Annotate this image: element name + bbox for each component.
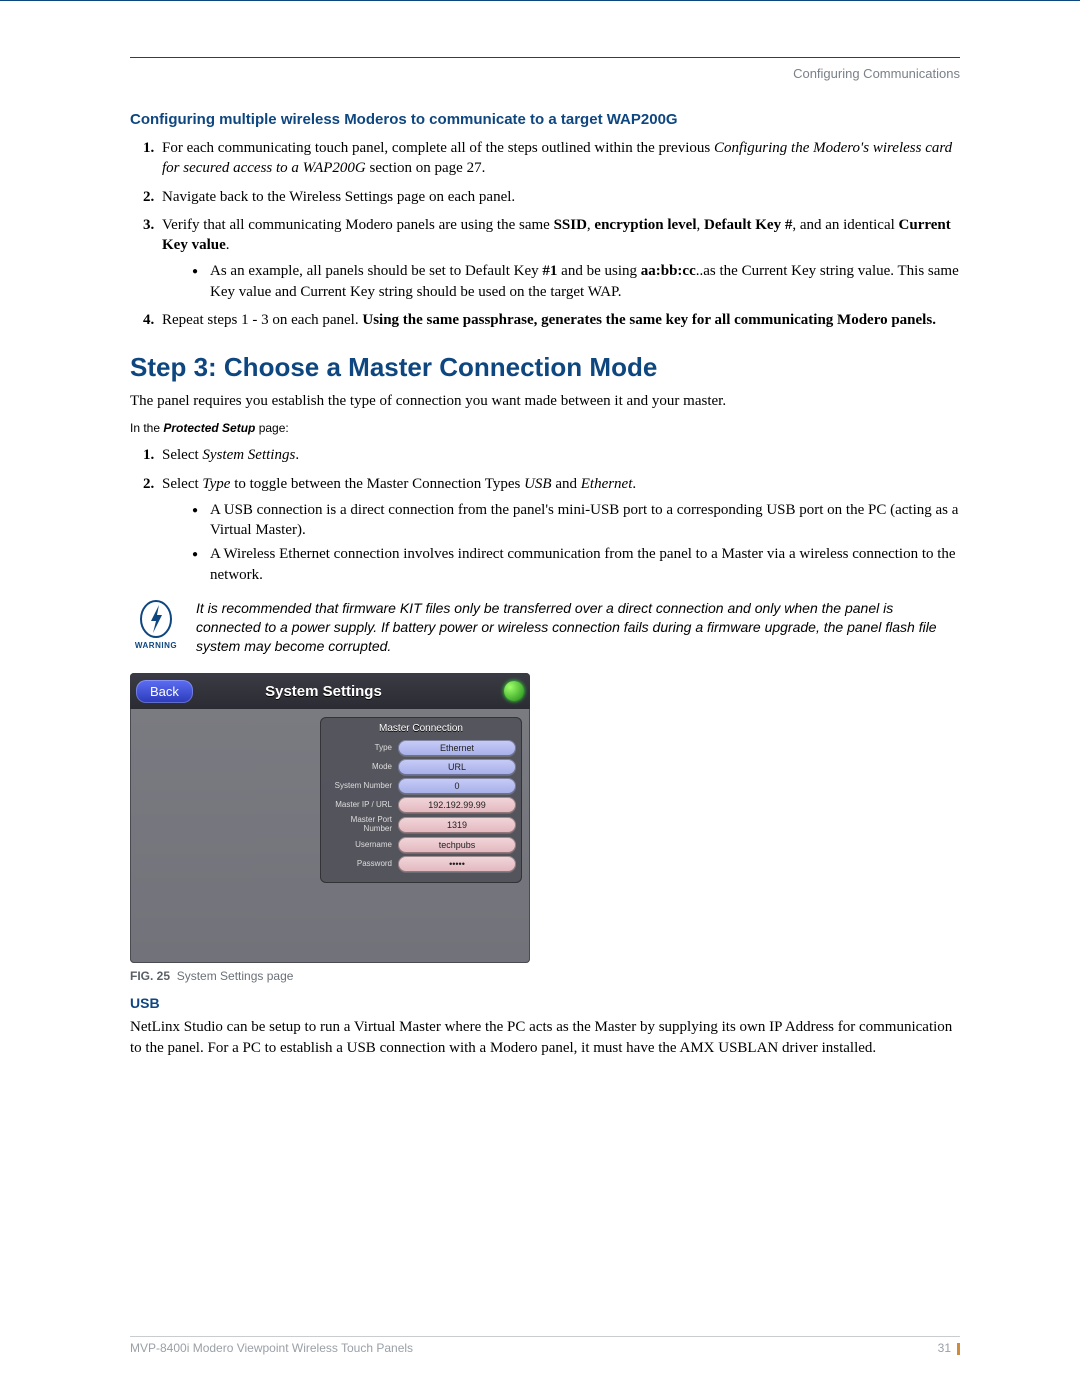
text: Verify that all communicating Modero pan… [162, 217, 554, 233]
text: For each communicating touch panel, comp… [162, 140, 714, 156]
warning-block: WARNING It is recommended that firmware … [130, 599, 960, 656]
usb-paragraph: NetLinx Studio can be setup to run a Vir… [130, 1017, 960, 1058]
sysnum-field[interactable]: 0 [398, 778, 516, 794]
italic: USB [524, 476, 552, 492]
footer-rule [130, 1336, 960, 1337]
text: Select [162, 476, 202, 492]
ip-field[interactable]: 192.192.99.99 [398, 797, 516, 813]
usb-heading: USB [130, 995, 960, 1011]
text: , [697, 217, 705, 233]
figure-text: System Settings page [177, 969, 294, 983]
pass-field[interactable]: ••••• [398, 856, 516, 872]
bold: aa:bb:cc [641, 263, 696, 279]
bold: #1 [542, 263, 557, 279]
text: , and an identical [792, 217, 898, 233]
italic: Type [202, 476, 230, 492]
mode-field[interactable]: URL [398, 759, 516, 775]
text: . [295, 447, 299, 463]
master-connection-panel: Master Connection Type Ethernet Mode URL S… [320, 717, 522, 883]
step3-steps: Select System Settings. Select Type to t… [140, 445, 960, 585]
ip-label: Master IP / URL [326, 801, 392, 810]
figure-caption: FIG. 25 System Settings page [130, 969, 960, 983]
text: and [552, 476, 581, 492]
mode-label: Mode [326, 763, 392, 772]
user-label: Username [326, 841, 392, 850]
step-3-example: As an example, all panels should be set … [192, 261, 960, 302]
step3-1: Select System Settings. [158, 445, 960, 465]
bold: Default Key # [704, 217, 792, 233]
system-settings-screen: Back System Settings Master Connection T… [130, 673, 530, 963]
text: As an example, all panels should be set … [210, 263, 542, 279]
panel-title: Master Connection [326, 723, 516, 734]
pass-label: Password [326, 860, 392, 869]
step-1: For each communicating touch panel, comp… [158, 138, 960, 179]
step3-intro: The panel requires you establish the typ… [130, 391, 960, 411]
text: In the [130, 421, 163, 435]
page-number: 31 [938, 1341, 951, 1355]
header-rule [130, 57, 960, 58]
page-accent-bar [957, 1343, 960, 1355]
step-4: Repeat steps 1 - 3 on each panel. Using … [158, 310, 960, 330]
footer-doc-title: MVP-8400i Modero Viewpoint Wireless Touc… [130, 1341, 413, 1355]
text: to toggle between the Master Connection … [230, 476, 524, 492]
warning-label: WARNING [130, 641, 182, 650]
bold: Using the same passphrase, generates the… [362, 312, 936, 328]
bold: encryption level [594, 217, 696, 233]
step3-heading: Step 3: Choose a Master Connection Mode [130, 352, 960, 383]
italic: System Settings [202, 447, 295, 463]
text: section on page 27. [366, 160, 486, 176]
text: . [632, 476, 636, 492]
protected-setup-note: In the Protected Setup page: [130, 421, 960, 435]
step3-2: Select Type to toggle between the Master… [158, 474, 960, 585]
text: Repeat steps 1 - 3 on each panel. [162, 312, 362, 328]
type-field[interactable]: Ethernet [398, 740, 516, 756]
sysnum-label: System Number [326, 782, 392, 791]
port-field[interactable]: 1319 [398, 817, 516, 833]
wap200g-steps: For each communicating touch panel, comp… [140, 138, 960, 330]
port-label: Master Port Number [326, 816, 392, 834]
bold: SSID [554, 217, 587, 233]
warning-icon: WARNING [130, 599, 182, 650]
header-section: Configuring Communications [130, 66, 960, 81]
text: and be using [557, 263, 640, 279]
system-settings-figure: Back System Settings Master Connection T… [130, 673, 530, 963]
text: . [226, 237, 230, 253]
status-indicator-icon[interactable] [504, 681, 524, 701]
step-3: Verify that all communicating Modero pan… [158, 215, 960, 302]
text: Select [162, 447, 202, 463]
screen-title: System Settings [155, 683, 492, 700]
user-field[interactable]: techpubs [398, 837, 516, 853]
figure-number: FIG. 25 [130, 969, 170, 983]
italic: Ethernet [581, 476, 633, 492]
page-footer: MVP-8400i Modero Viewpoint Wireless Touc… [130, 1341, 960, 1355]
usb-bullet: A USB connection is a direct connection … [192, 500, 960, 541]
text: page: [255, 421, 288, 435]
italic-bold: Protected Setup [163, 421, 255, 435]
section-title-wap200g: Configuring multiple wireless Moderos to… [130, 111, 960, 128]
step-2: Navigate back to the Wireless Settings p… [158, 187, 960, 207]
type-label: Type [326, 744, 392, 753]
warning-text: It is recommended that firmware KIT file… [196, 599, 960, 656]
ethernet-bullet: A Wireless Ethernet connection involves … [192, 544, 960, 585]
